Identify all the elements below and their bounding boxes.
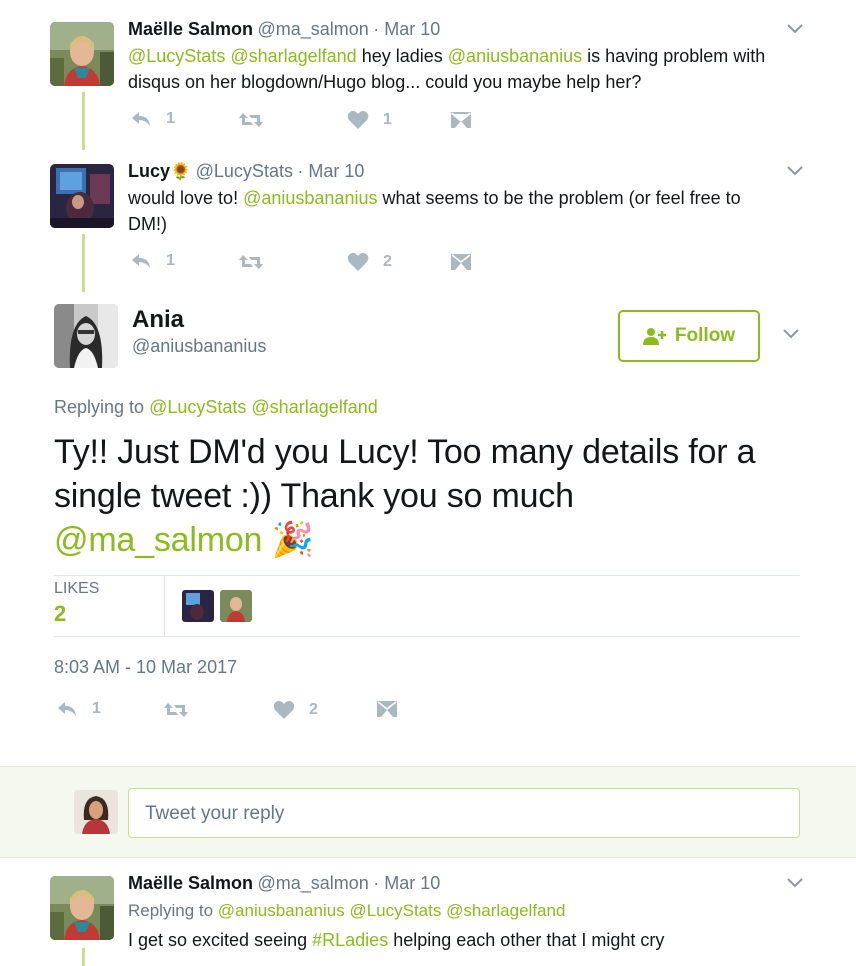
tweet-date[interactable]: · Mar 10 <box>297 161 364 181</box>
avatar[interactable] <box>50 876 114 940</box>
thread-line <box>82 92 85 150</box>
author-name[interactable]: Ania <box>132 306 184 334</box>
author-handle[interactable]: @ma_salmon <box>258 19 369 39</box>
author-name[interactable]: Maëlle Salmon <box>128 873 253 893</box>
like-button[interactable]: 2 <box>347 252 392 272</box>
divider <box>54 636 800 637</box>
mention-link[interactable]: @ma_salmon <box>54 521 262 559</box>
envelope-icon <box>451 112 471 128</box>
mention-link[interactable]: @aniusbananius <box>243 188 377 208</box>
tweet-text-part: DM!) <box>128 214 167 234</box>
reply-button[interactable]: 1 <box>130 110 175 128</box>
reply-count: 1 <box>166 252 175 269</box>
mention-link[interactable]: @LucyStats <box>149 397 246 417</box>
tweet-text-part: I get so excited seeing <box>128 930 308 950</box>
mention-link[interactable]: @sharlagelfand <box>446 901 565 920</box>
like-count: 1 <box>383 111 392 128</box>
author-handle[interactable]: @ma_salmon <box>258 873 369 893</box>
author-name[interactable]: Lucy <box>128 161 170 181</box>
mention-link[interactable]: @aniusbananius <box>218 901 345 920</box>
tweet-text-part: would love to! <box>128 188 239 208</box>
chevron-down-icon[interactable] <box>783 329 799 339</box>
tweet-date[interactable]: · Mar 10 <box>373 873 440 893</box>
follow-label: Follow <box>674 325 736 346</box>
heart-icon <box>347 252 369 271</box>
author-name[interactable]: Maëlle Salmon <box>128 19 253 39</box>
tweet-reply-input[interactable]: Tweet your reply <box>128 788 800 838</box>
tweet-text-line: single tweet :)) Thank you so much <box>54 477 574 515</box>
avatar[interactable] <box>50 164 114 228</box>
tweet-timestamp[interactable]: 8:03 AM - 10 Mar 2017 <box>54 657 237 678</box>
like-button[interactable]: 1 <box>347 110 392 130</box>
tweet-text-line: Ty!! Just DM'd you Lucy! Too many detail… <box>54 433 756 471</box>
sunflower-emoji: 🌻 <box>170 162 192 181</box>
thread-line <box>82 234 85 292</box>
tweet-text: @LucyStats @sharlagelfand hey ladies @an… <box>128 43 808 95</box>
like-count: 2 <box>383 253 392 270</box>
mention-link[interactable]: @LucyStats <box>349 901 441 920</box>
reply-button[interactable]: 1 <box>130 252 175 270</box>
tweet-date[interactable]: · Mar 10 <box>373 19 440 39</box>
liker-avatar[interactable] <box>182 590 214 622</box>
tweet-text: I get so excited seeing #RLadies helping… <box>128 927 664 953</box>
tweet-text-part: helping each other that I might cry <box>393 930 665 950</box>
dm-button[interactable] <box>450 253 472 271</box>
chevron-down-icon[interactable] <box>787 878 803 888</box>
envelope-icon <box>451 254 471 270</box>
tweet-text-part: what seems to be the problem (or feel fr… <box>382 188 741 208</box>
retweet-button[interactable] <box>238 111 264 129</box>
reply-icon <box>132 112 150 126</box>
reply-count: 1 <box>166 110 175 127</box>
replying-to: Replying to @LucyStats @sharlagelfand <box>54 397 378 418</box>
liker-avatar[interactable] <box>220 590 252 622</box>
retweet-icon <box>239 113 263 127</box>
reply-count: 1 <box>92 700 101 717</box>
author-handle[interactable]: @LucyStats <box>196 161 293 181</box>
mention-link[interactable]: @aniusbananius <box>448 46 582 66</box>
retweet-button[interactable] <box>163 701 189 719</box>
avatar[interactable] <box>54 304 118 368</box>
likes-label[interactable]: LIKES <box>54 580 99 598</box>
tweet-text-part: disqus on her blogdown/Hugo blog... coul… <box>128 72 642 92</box>
replying-to: Replying to @aniusbananius @LucyStats @s… <box>128 901 565 921</box>
add-user-icon <box>642 328 666 345</box>
dm-button[interactable] <box>450 111 472 129</box>
retweet-icon <box>164 703 188 717</box>
divider-vertical <box>164 576 165 636</box>
reply-icon <box>132 254 150 268</box>
like-button[interactable]: 2 <box>273 700 318 720</box>
avatar[interactable] <box>50 22 114 86</box>
chevron-down-icon[interactable] <box>787 166 803 176</box>
tweet-text: Ty!! Just DM'd you Lucy! Too many detail… <box>54 430 834 562</box>
retweet-button[interactable] <box>238 253 264 271</box>
envelope-icon <box>377 701 397 717</box>
author-handle[interactable]: @aniusbananius <box>132 336 266 357</box>
hashtag-link[interactable]: #RLadies <box>312 930 388 950</box>
follow-button[interactable]: Follow <box>618 310 760 362</box>
likes-count[interactable]: 2 <box>54 601 66 627</box>
mention-link[interactable]: @sharlagelfand <box>251 397 377 417</box>
tweet-text: would love to! @aniusbananius what seems… <box>128 185 808 237</box>
heart-icon <box>273 700 295 719</box>
tweet-text-part: hey ladies <box>361 46 443 66</box>
replying-label: Replying to <box>128 901 214 920</box>
current-user-avatar <box>74 790 118 834</box>
thread-line <box>82 948 85 966</box>
mention-link[interactable]: @sharlagelfand <box>230 46 356 66</box>
replying-label: Replying to <box>54 397 145 417</box>
reply-button[interactable]: 1 <box>56 700 101 718</box>
party-popper-emoji: 🎉 <box>271 521 314 559</box>
reply-icon <box>58 702 76 716</box>
divider <box>54 575 800 576</box>
retweet-icon <box>239 255 263 269</box>
dm-button[interactable] <box>376 700 398 718</box>
heart-icon <box>347 110 369 129</box>
like-count: 2 <box>309 701 318 718</box>
chevron-down-icon[interactable] <box>787 24 803 34</box>
tweet-text-part: is having problem with <box>587 46 766 66</box>
mention-link[interactable]: @LucyStats <box>128 46 225 66</box>
